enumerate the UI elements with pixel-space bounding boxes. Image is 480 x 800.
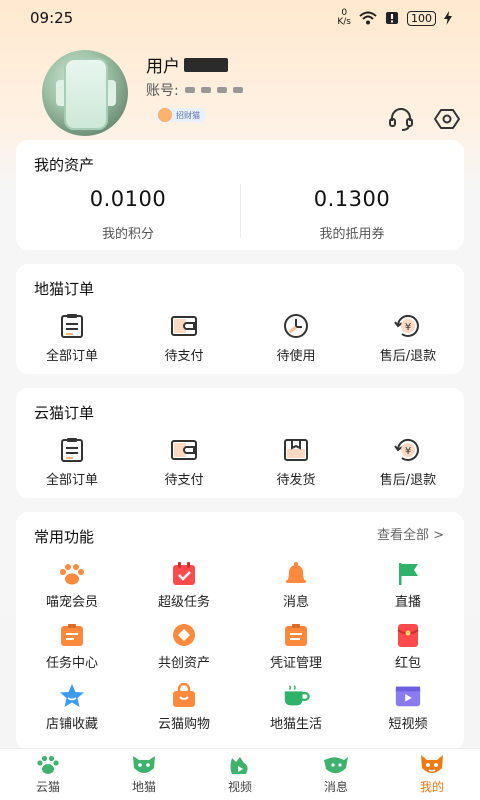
assets-divider <box>240 184 241 238</box>
video-icon <box>395 686 421 707</box>
feature-dimao-life[interactable]: 地猫生活 <box>240 683 352 732</box>
username-redacted <box>184 57 228 72</box>
diamond-coin-icon <box>173 624 195 646</box>
video-cat-tab-icon <box>230 757 248 774</box>
yunmao-refund[interactable]: ¥ 售后/退款 <box>352 437 464 488</box>
profile-header: 用户 账号: 招财猫 <box>0 36 480 136</box>
username-label: 用户 <box>146 57 180 77</box>
star-icon <box>60 684 84 707</box>
feature-store-favorites[interactable]: 店铺收藏 <box>16 683 128 732</box>
feature-messages[interactable]: 消息 <box>240 561 352 610</box>
task-card-icon <box>61 624 83 646</box>
dimao-refund[interactable]: ¥ 售后/退款 <box>352 313 464 364</box>
tab-dimao[interactable]: 地猫 <box>96 749 192 800</box>
yunmao-to-ship[interactable]: 待发货 <box>240 437 352 488</box>
status-bar: 09:25 0 K/s 100 <box>0 0 480 36</box>
wallet-icon <box>171 316 197 336</box>
voucher-label: 我的抵用券 <box>319 227 385 242</box>
account-redacted <box>184 87 243 93</box>
feature-task-center[interactable]: 任务中心 <box>16 622 128 671</box>
shopping-bag-icon <box>173 683 195 707</box>
common-functions-card: 常用功能 查看全部 > 喵宠会员 超级任务 消息 直播 任务中心 共创资产 凭证… <box>16 512 464 750</box>
cat-badge-icon <box>158 108 172 122</box>
feature-super-task[interactable]: 超级任务 <box>128 561 240 610</box>
wifi-icon <box>359 11 377 25</box>
tab-messages[interactable]: 消息 <box>288 749 384 800</box>
flag-icon <box>399 563 418 585</box>
refund-icon: ¥ <box>394 439 419 461</box>
calendar-check-icon <box>173 562 195 585</box>
tab-video[interactable]: 视频 <box>192 749 288 800</box>
coffee-cup-icon <box>284 685 310 706</box>
points-label: 我的积分 <box>101 227 154 242</box>
clipboard-icon <box>61 438 83 462</box>
dimao-all-orders[interactable]: 全部订单 <box>16 313 128 364</box>
paw-icon <box>60 564 84 585</box>
bottom-tab-bar: 云猫 地猫 视频 消息 我的 <box>0 748 480 800</box>
points-value: 0.0100 <box>89 187 167 211</box>
alert-icon <box>386 12 398 24</box>
assets-title: 我的资产 <box>34 156 95 174</box>
bell-icon <box>286 562 306 583</box>
customer-service-icon[interactable] <box>388 106 414 132</box>
message-cat-tab-icon <box>324 757 348 774</box>
dimao-orders-title: 地猫订单 <box>34 280 95 298</box>
feature-live[interactable]: 直播 <box>352 561 464 610</box>
feature-short-video[interactable]: 短视频 <box>352 683 464 732</box>
feature-co-assets[interactable]: 共创资产 <box>128 622 240 671</box>
dimao-orders-card: 地猫订单 全部订单 待支付 待使用 ¥ 售后/退款 <box>16 264 464 374</box>
avatar-photo-bottle <box>64 58 108 130</box>
network-speed: 0 K/s <box>337 8 351 27</box>
feature-pet-member[interactable]: 喵宠会员 <box>16 561 128 610</box>
voucher-card-icon <box>285 624 307 646</box>
view-all-link[interactable]: 查看全部 > <box>377 524 444 543</box>
feature-voucher-management[interactable]: 凭证管理 <box>240 622 352 671</box>
feature-yunmao-shopping[interactable]: 云猫购物 <box>128 683 240 732</box>
battery-indicator: 100 <box>407 10 436 26</box>
account-label: 账号: <box>146 83 179 99</box>
wallet-icon <box>171 440 197 460</box>
yunmao-pending-payment[interactable]: 待支付 <box>128 437 240 488</box>
tab-yunmao[interactable]: 云猫 <box>0 749 96 800</box>
paw-tab-icon <box>37 755 59 774</box>
assets-card: 我的资产 0.0100 我的积分 0.1300 我的抵用券 <box>16 140 464 250</box>
status-icons: 0 K/s 100 <box>337 9 452 27</box>
svg-text:¥: ¥ <box>405 322 411 333</box>
clipboard-icon <box>61 314 83 338</box>
member-badge-label: 招财猫 <box>176 110 200 120</box>
points-item[interactable]: 0.0100 我的积分 <box>16 187 240 242</box>
status-time: 09:25 <box>30 9 74 27</box>
red-envelope-icon <box>397 624 419 647</box>
avatar[interactable] <box>42 50 128 136</box>
refund-icon: ¥ <box>394 315 419 337</box>
dimao-to-use[interactable]: 待使用 <box>240 313 352 364</box>
account-number: 账号: <box>146 80 243 100</box>
settings-icon[interactable] <box>434 106 460 132</box>
tab-me[interactable]: 我的 <box>384 749 480 800</box>
yunmao-orders-card: 云猫订单 全部订单 待支付 待发货 ¥ 售后/退款 <box>16 388 464 498</box>
me-cat-tab-icon <box>421 755 443 773</box>
clock-icon <box>284 314 308 338</box>
voucher-value: 0.1300 <box>313 187 391 211</box>
voucher-item[interactable]: 0.1300 我的抵用券 <box>240 187 464 242</box>
member-badge[interactable]: 招财猫 <box>156 108 206 122</box>
yunmao-orders-title: 云猫订单 <box>34 404 95 422</box>
cat-tab-icon <box>133 756 155 773</box>
feature-red-envelope[interactable]: 红包 <box>352 622 464 671</box>
dimao-pending-payment[interactable]: 待支付 <box>128 313 240 364</box>
package-icon <box>284 439 308 461</box>
svg-text:¥: ¥ <box>405 446 411 457</box>
charging-icon <box>444 11 452 25</box>
username: 用户 <box>146 52 228 77</box>
yunmao-all-orders[interactable]: 全部订单 <box>16 437 128 488</box>
